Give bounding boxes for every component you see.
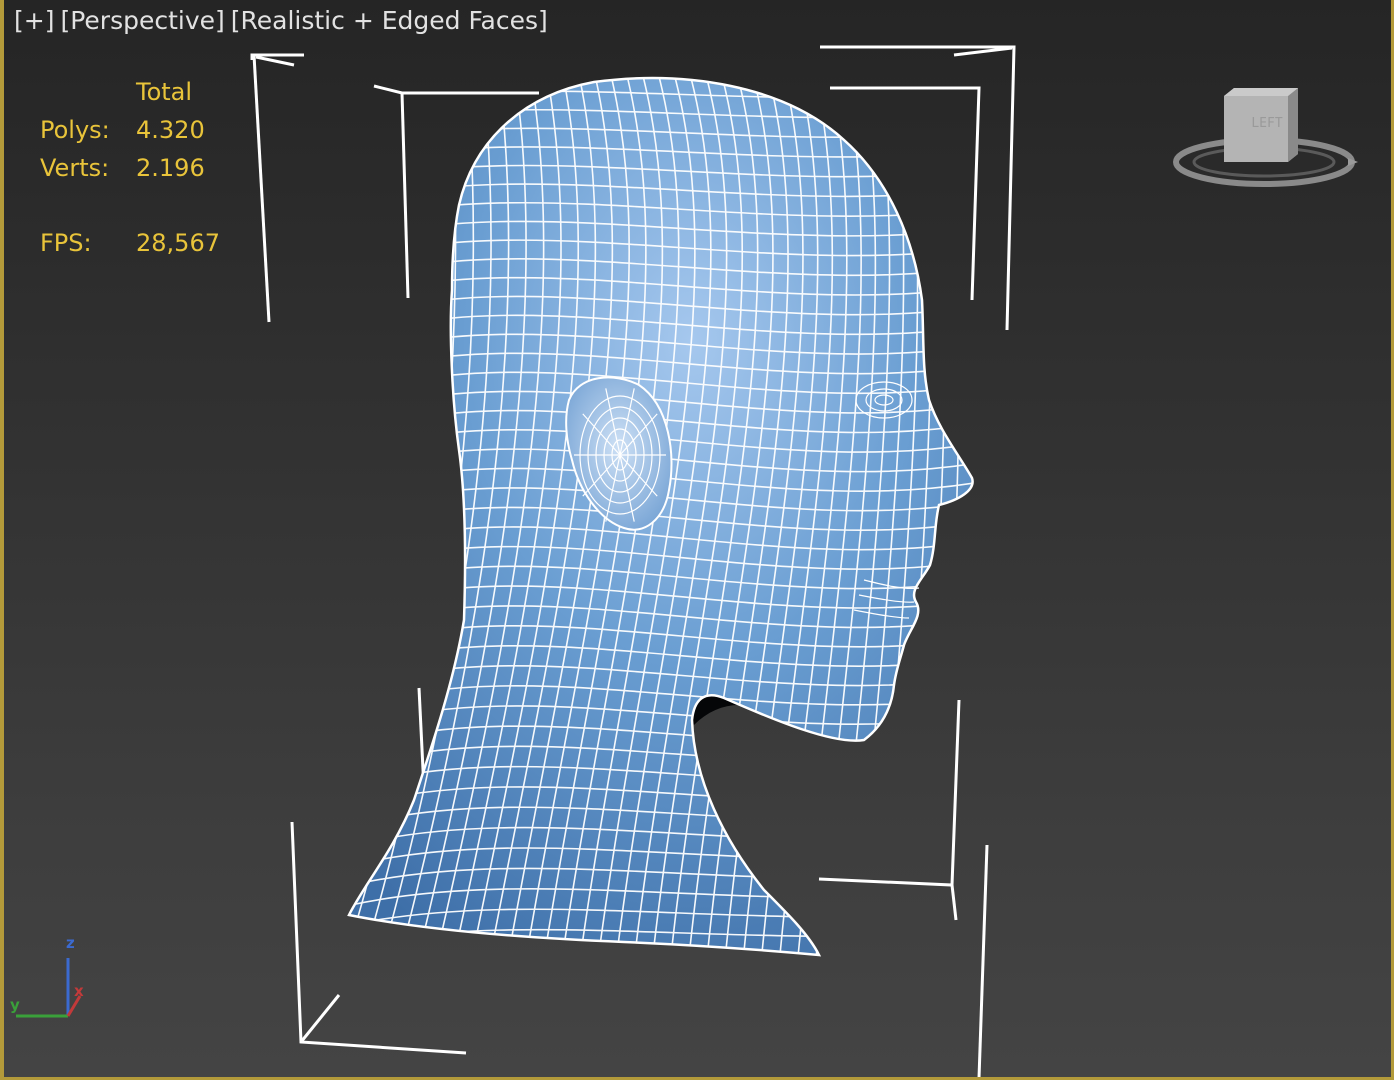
viewcube-graphic[interactable] [1172, 84, 1362, 194]
axis-tripod-graphic [16, 958, 82, 1018]
y-axis-label: y [10, 996, 20, 1014]
viewcube-face-label: LEFT [1251, 116, 1283, 131]
x-axis-label: x [74, 982, 84, 1000]
viewcube[interactable]: LEFT [1172, 84, 1362, 194]
head-mesh[interactable] [324, 60, 994, 970]
axis-tripod: z x y [8, 930, 98, 1034]
z-axis-label: z [66, 934, 75, 952]
perspective-viewport[interactable]: [+] [Perspective] [Realistic + Edged Fac… [0, 0, 1394, 1080]
